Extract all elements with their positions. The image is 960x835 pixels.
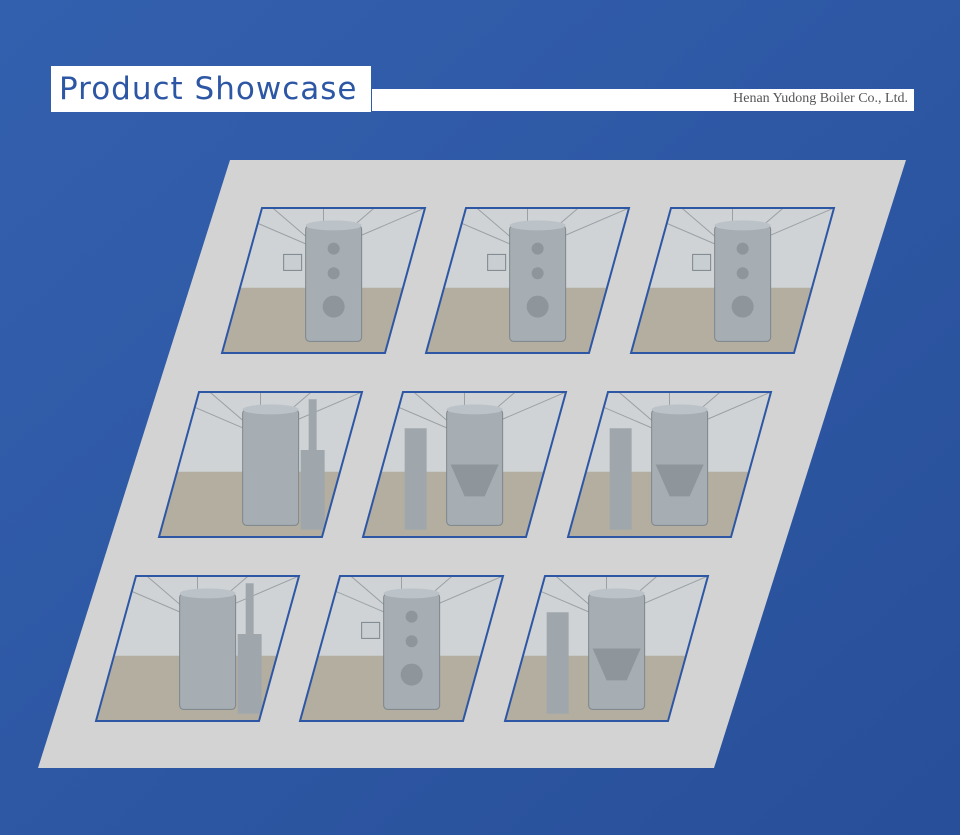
boiler-top xyxy=(305,220,362,231)
boiler-top xyxy=(242,404,299,415)
inspection-port xyxy=(405,635,418,648)
boiler-top xyxy=(383,588,440,599)
boiler-top xyxy=(714,220,771,231)
chimney-pipe xyxy=(308,399,317,450)
boiler-top xyxy=(588,588,645,599)
furnace-door xyxy=(400,663,423,686)
boiler-top xyxy=(446,404,503,415)
furnace-door xyxy=(526,295,549,318)
boiler-top xyxy=(179,588,236,599)
chimney-pipe xyxy=(546,612,569,714)
boiler-top xyxy=(509,220,566,231)
inspection-port xyxy=(327,242,340,255)
boiler-body xyxy=(179,592,237,710)
showcase-canvas xyxy=(0,0,960,835)
chimney-pipe xyxy=(609,428,632,530)
furnace-door xyxy=(322,295,345,318)
control-panel xyxy=(361,621,381,639)
dust-collector xyxy=(300,450,325,530)
inspection-port xyxy=(736,242,749,255)
page-title: Product Showcase xyxy=(59,71,358,107)
inspection-port xyxy=(405,610,418,623)
company-name: Henan Yudong Boiler Co., Ltd. xyxy=(733,91,908,106)
inspection-port xyxy=(327,267,340,280)
boiler-top xyxy=(651,404,708,415)
chimney-pipe xyxy=(245,583,254,634)
inspection-port xyxy=(736,267,749,280)
control-panel xyxy=(692,253,712,271)
inspection-port xyxy=(531,242,544,255)
inspection-port xyxy=(531,267,544,280)
control-panel xyxy=(487,253,507,271)
boiler-body xyxy=(242,408,300,526)
chimney-pipe xyxy=(404,428,427,530)
control-panel xyxy=(283,253,303,271)
title-box: Product Showcase xyxy=(51,66,371,112)
furnace-door xyxy=(731,295,754,318)
dust-collector xyxy=(237,634,262,714)
